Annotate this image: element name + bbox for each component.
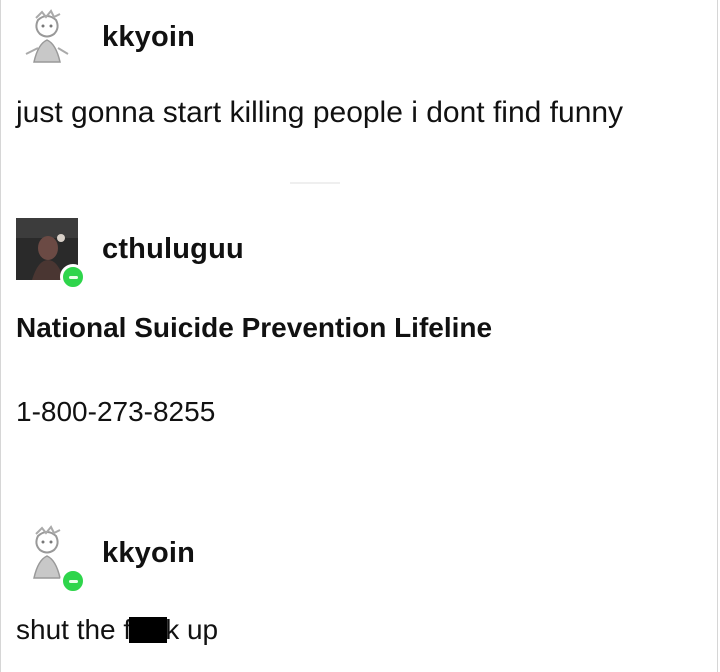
post-text-part: k up xyxy=(165,614,219,645)
lifeline-title: National Suicide Prevention Lifeline xyxy=(16,312,493,343)
post-text-part: shut the f xyxy=(16,614,132,645)
reblog-entry-3: kkyoin shut the f k up xyxy=(0,522,720,646)
phone-number[interactable]: 1-800-273-8255 xyxy=(16,396,720,428)
green-online-badge-icon xyxy=(60,568,86,594)
reblog-entry-2: cthuluguu National Suicide Prevention Li… xyxy=(0,218,720,428)
sketch-character-avatar-icon[interactable] xyxy=(16,6,78,68)
post-header: cthuluguu xyxy=(0,218,720,290)
sketch-character-avatar-icon[interactable] xyxy=(16,522,86,594)
username[interactable]: cthuluguu xyxy=(102,233,244,266)
username[interactable]: kkyoin xyxy=(102,21,195,54)
username[interactable]: kkyoin xyxy=(102,537,195,570)
dark-photo-avatar-icon[interactable] xyxy=(16,218,86,290)
post-header: kkyoin xyxy=(0,522,720,594)
green-online-badge-icon xyxy=(60,264,86,290)
post-text: shut the f k up xyxy=(16,614,720,646)
post-header: kkyoin xyxy=(0,6,720,68)
reblog-entry-1: kkyoin just gonna start killing people i… xyxy=(0,6,720,130)
post-text: just gonna start killing people i dont f… xyxy=(16,96,624,129)
censor-bar xyxy=(129,617,168,643)
post-divider xyxy=(290,182,340,184)
